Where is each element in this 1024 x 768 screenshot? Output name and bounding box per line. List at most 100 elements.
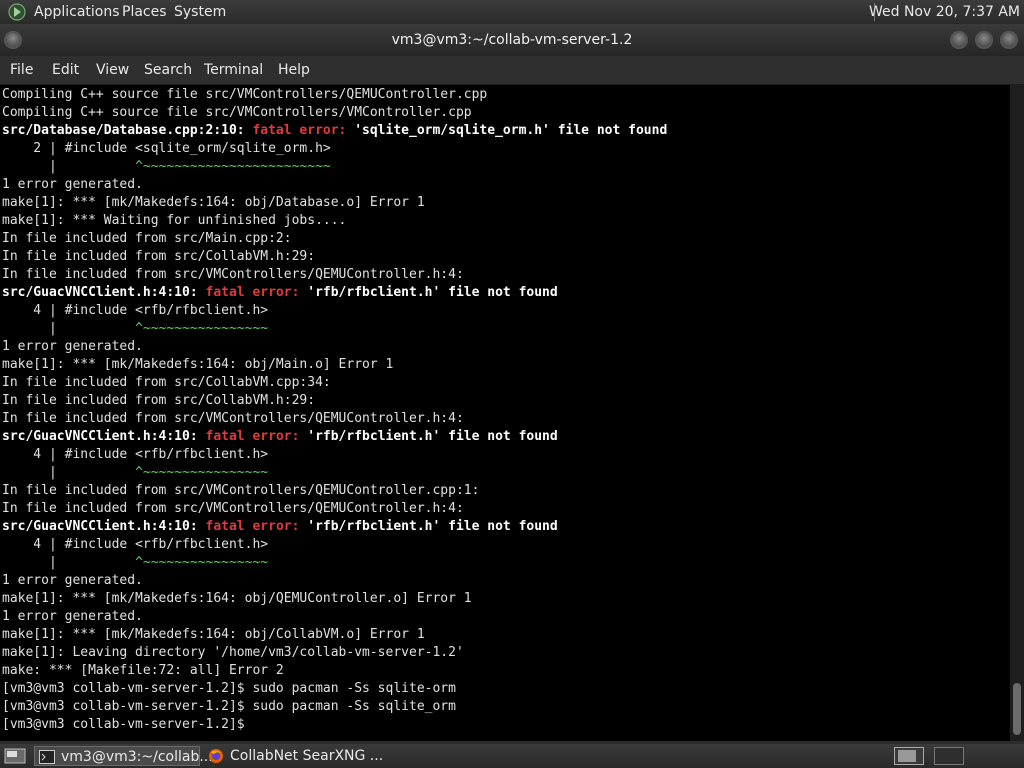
terminal-line: | ^~~~~~~~~~~~~~~~~ (2, 554, 667, 572)
terminal-text-segment: 4 | #include <rfb/rfbclient.h> (2, 447, 269, 462)
terminal-text-segment: ^~~~~~~~~~~~~~~~~ (135, 465, 269, 480)
terminal-text-segment: In file included from src/VMControllers/… (2, 501, 464, 516)
terminal-text-segment: src/Database/Database.cpp:2:10: (2, 123, 253, 138)
terminal-line: [vm3@vm3 collab-vm-server-1.2]$ sudo pac… (2, 698, 667, 716)
terminal-text-segment: make[1]: *** [mk/Makedefs:164: obj/Datab… (2, 195, 425, 210)
terminal-text-segment: fatal error: (252, 123, 355, 138)
menu-file[interactable]: File (10, 62, 33, 78)
taskbar-item-browser[interactable]: CollabNet SearXNG ... (204, 746, 394, 766)
top-panel: Applications Places System Wed Nov 20, 7… (0, 0, 1024, 24)
terminal-line: In file included from src/VMControllers/… (2, 500, 667, 518)
close-button[interactable] (1000, 31, 1018, 49)
terminal-line: 4 | #include <rfb/rfbclient.h> (2, 446, 667, 464)
terminal-line: make[1]: Leaving directory '/home/vm3/co… (2, 644, 667, 662)
terminal-scrollbar[interactable] (1010, 85, 1024, 741)
terminal-line: Compiling C++ source file src/VMControll… (2, 86, 667, 104)
terminal-line: src/Database/Database.cpp:2:10: fatal er… (2, 122, 667, 140)
terminal-text-segment: fatal error: (205, 429, 308, 444)
terminal-text-segment: In file included from src/VMControllers/… (2, 483, 480, 498)
terminal-view[interactable]: Compiling C++ source file src/VMControll… (0, 85, 1010, 741)
terminal-line: In file included from src/Main.cpp:2: (2, 230, 667, 248)
terminal-text-segment: | (2, 321, 136, 336)
window-title: vm3@vm3:~/collab-vm-server-1.2 (391, 32, 633, 48)
menu-terminal[interactable]: Terminal (204, 62, 263, 78)
terminal-line: make[1]: *** [mk/Makedefs:164: obj/Datab… (2, 194, 667, 212)
terminal-text-segment: ^~~~~~~~~~~~~~~~~ (135, 321, 269, 336)
terminal-line: In file included from src/CollabVM.cpp:3… (2, 374, 667, 392)
terminal-line: [vm3@vm3 collab-vm-server-1.2]$ (2, 716, 667, 734)
terminal-text-segment: make: *** [Makefile:72: all] Error 2 (2, 663, 284, 678)
terminal-line: 2 | #include <sqlite_orm/sqlite_orm.h> (2, 140, 667, 158)
terminal-text-segment: In file included from src/CollabVM.h:29: (2, 393, 316, 408)
terminal-text-segment: ^~~~~~~~~~~~~~~~~~~~~~~~~ (135, 159, 331, 174)
terminal-text-segment: ^~~~~~~~~~~~~~~~~ (135, 555, 269, 570)
terminal-text-segment: src/GuacVNCClient.h:4:10: (2, 519, 206, 534)
terminal-line: | ^~~~~~~~~~~~~~~~~~~~~~~~~ (2, 158, 667, 176)
terminal-text-segment: src/GuacVNCClient.h:4:10: (2, 285, 206, 300)
terminal-text-segment: make[1]: *** [mk/Makedefs:164: obj/QEMUC… (2, 591, 472, 606)
terminal-text-segment: | (2, 465, 136, 480)
menubar: File Edit View Search Terminal Help (0, 56, 1024, 85)
minimize-button[interactable] (950, 31, 968, 49)
terminal-line: Compiling C++ source file src/VMControll… (2, 104, 667, 122)
maximize-button[interactable] (975, 31, 993, 49)
terminal-line: src/GuacVNCClient.h:4:10: fatal error: '… (2, 284, 667, 302)
terminal-text-segment: In file included from src/CollabVM.h:29: (2, 249, 316, 264)
terminal-line: In file included from src/VMControllers/… (2, 482, 667, 500)
terminal-line: In file included from src/VMControllers/… (2, 266, 667, 284)
firefox-icon (209, 749, 223, 763)
terminal-line: make[1]: *** Waiting for unfinished jobs… (2, 212, 667, 230)
terminal-text-segment: Compiling C++ source file src/VMControll… (2, 87, 488, 102)
terminal-line: 1 error generated. (2, 608, 667, 626)
terminal-text-segment: fatal error: (205, 285, 308, 300)
terminal-text-segment: 1 error generated. (2, 339, 143, 354)
terminal-line: src/GuacVNCClient.h:4:10: fatal error: '… (2, 518, 667, 536)
terminal-text-segment: 1 error generated. (2, 609, 143, 624)
scrollbar-thumb[interactable] (1013, 683, 1021, 735)
terminal-line: make[1]: *** [mk/Makedefs:164: obj/Colla… (2, 626, 667, 644)
taskbar-item-terminal[interactable]: vm3@vm3:~/collab... (34, 746, 213, 766)
terminal-text-segment: | (2, 555, 136, 570)
terminal-text-segment: [vm3@vm3 collab-vm-server-1.2]$ sudo pac… (2, 681, 456, 696)
menu-view[interactable]: View (96, 62, 129, 78)
terminal-line: | ^~~~~~~~~~~~~~~~~ (2, 320, 667, 338)
terminal-line: make: *** [Makefile:72: all] Error 2 (2, 662, 667, 680)
terminal-line: 1 error generated. (2, 338, 667, 356)
terminal-line: src/GuacVNCClient.h:4:10: fatal error: '… (2, 428, 667, 446)
distro-logo-icon[interactable] (8, 3, 26, 21)
menu-help[interactable]: Help (278, 62, 310, 78)
terminal-text-segment: [vm3@vm3 collab-vm-server-1.2]$ (2, 717, 253, 732)
workspace-icon[interactable] (934, 747, 964, 765)
terminal-text-segment: 'sqlite_orm/sqlite_orm.h' file not found (354, 123, 668, 138)
terminal-text-segment: 4 | #include <rfb/rfbclient.h> (2, 537, 269, 552)
terminal-line: 1 error generated. (2, 176, 667, 194)
terminal-text-segment: In file included from src/CollabVM.cpp:3… (2, 375, 331, 390)
system-menu[interactable]: System (174, 4, 226, 20)
terminal-line: 4 | #include <rfb/rfbclient.h> (2, 302, 667, 320)
window-titlebar[interactable]: vm3@vm3:~/collab-vm-server-1.2 (0, 24, 1024, 56)
terminal-line: [vm3@vm3 collab-vm-server-1.2]$ sudo pac… (2, 680, 667, 698)
terminal-text-segment: In file included from src/VMControllers/… (2, 267, 464, 282)
terminal-line: | ^~~~~~~~~~~~~~~~~ (2, 464, 667, 482)
show-desktop-icon[interactable] (4, 748, 26, 764)
workspace-switcher-icon[interactable] (894, 747, 924, 765)
menu-search[interactable]: Search (144, 62, 192, 78)
taskbar-item-label: vm3@vm3:~/collab... (61, 749, 213, 765)
terminal-text-segment: In file included from src/Main.cpp:2: (2, 231, 292, 246)
terminal-line: make[1]: *** [mk/Makedefs:164: obj/Main.… (2, 356, 667, 374)
terminal-text-segment: | (2, 159, 136, 174)
clock[interactable]: Wed Nov 20, 7:37 AM (869, 4, 1020, 20)
terminal-text-segment: 'rfb/rfbclient.h' file not found (307, 519, 558, 534)
terminal-text-segment: 1 error generated. (2, 177, 143, 192)
terminal-text-segment: make[1]: *** Waiting for unfinished jobs… (2, 213, 347, 228)
terminal-line: In file included from src/CollabVM.h:29: (2, 392, 667, 410)
terminal-text-segment: src/GuacVNCClient.h:4:10: (2, 429, 206, 444)
terminal-text-segment: In file included from src/VMControllers/… (2, 411, 464, 426)
terminal-line: 4 | #include <rfb/rfbclient.h> (2, 536, 667, 554)
applications-menu[interactable]: Applications (34, 4, 120, 20)
menu-edit[interactable]: Edit (52, 62, 79, 78)
terminal-line: make[1]: *** [mk/Makedefs:164: obj/QEMUC… (2, 590, 667, 608)
places-menu[interactable]: Places (122, 4, 167, 20)
terminal-text-segment: 2 | #include <sqlite_orm/sqlite_orm.h> (2, 141, 331, 156)
terminal-line: 1 error generated. (2, 572, 667, 590)
